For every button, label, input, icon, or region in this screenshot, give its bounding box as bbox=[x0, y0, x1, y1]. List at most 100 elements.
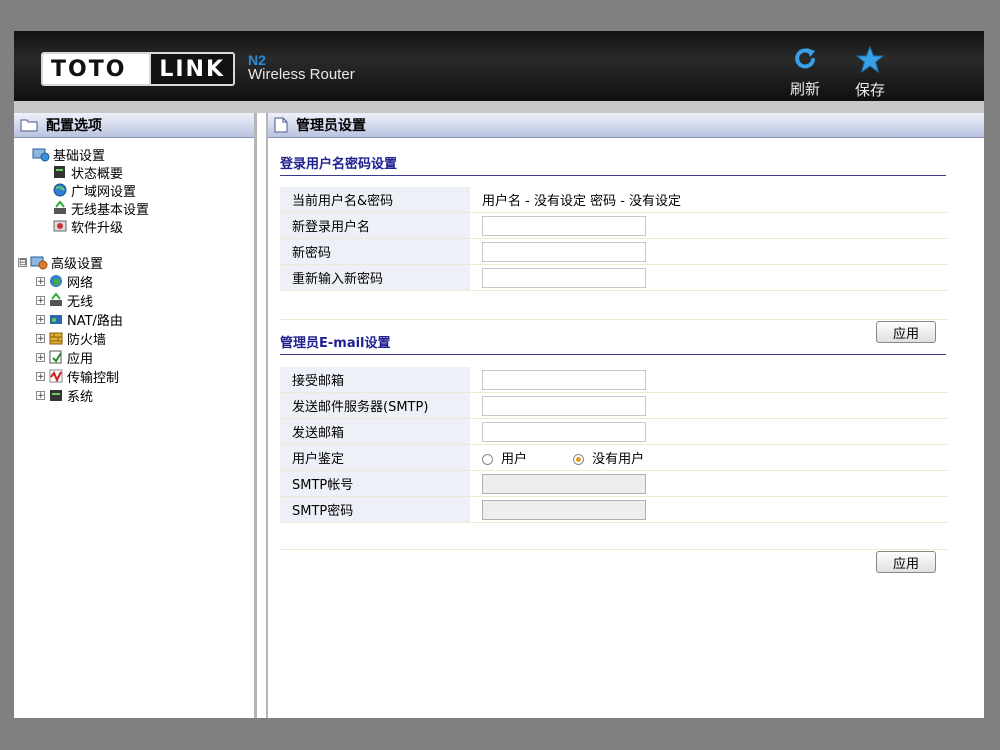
expand-icon[interactable]: + bbox=[36, 333, 45, 343]
logo-right-text: LINK bbox=[149, 54, 233, 84]
tree-item-application[interactable]: + 应用 bbox=[36, 348, 94, 367]
recv-email-label: 接受邮箱 bbox=[280, 367, 470, 393]
expand-icon[interactable]: + bbox=[36, 371, 45, 381]
current-credentials-label: 当前用户名&密码 bbox=[280, 187, 470, 213]
new-password-row: 新密码 bbox=[280, 238, 948, 265]
login-apply-bar bbox=[280, 291, 948, 320]
tree-item-label: 防火墙 bbox=[67, 332, 107, 348]
page-title: 管理员设置 bbox=[296, 118, 366, 134]
auth-row: 用户鉴定 用户 没有用户 bbox=[280, 444, 948, 471]
tree-item-label: 广域网设置 bbox=[71, 184, 137, 200]
refresh-button[interactable]: 刷新 bbox=[780, 46, 830, 99]
sender-email-label: 发送邮箱 bbox=[280, 418, 470, 445]
email-apply-button[interactable]: 应用 bbox=[876, 551, 936, 573]
auth-option-none[interactable]: 没有用户 bbox=[573, 452, 644, 467]
tree-item-nat-routing[interactable]: + NAT/路由 bbox=[36, 310, 123, 329]
current-credentials-row: 当前用户名&密码 用户名 - 没有设定 密码 - 没有设定 bbox=[280, 187, 948, 213]
save-label: 保存 bbox=[854, 81, 885, 99]
expand-icon[interactable]: + bbox=[36, 352, 45, 362]
radio-no-user[interactable] bbox=[573, 454, 585, 465]
router-admin-window: TOTO LINK N2 Wireless Router 刷新 保存 配置选项 bbox=[14, 31, 984, 718]
smtp-server-input[interactable] bbox=[482, 395, 646, 416]
auth-option-user-label: 用户 bbox=[501, 452, 528, 467]
smtp-account-input[interactable] bbox=[482, 473, 646, 494]
recv-email-input[interactable] bbox=[482, 369, 646, 390]
system-icon bbox=[50, 390, 62, 401]
email-section-title: 管理员E-mail设置 bbox=[280, 332, 946, 355]
product-name: Wireless Router bbox=[248, 66, 355, 83]
new-username-row: 新登录用户名 bbox=[280, 212, 948, 239]
smtp-server-label: 发送邮件服务器(SMTP) bbox=[280, 392, 470, 419]
status-icon bbox=[54, 166, 65, 178]
expand-icon[interactable]: + bbox=[36, 295, 45, 305]
smtp-password-input[interactable] bbox=[482, 499, 646, 520]
tree-item-label: 网络 bbox=[67, 275, 94, 291]
auth-option-user[interactable]: 用户 bbox=[482, 452, 531, 467]
new-username-label: 新登录用户名 bbox=[280, 212, 470, 239]
collapse-icon[interactable]: ⊟ bbox=[18, 257, 27, 267]
new-password-input[interactable] bbox=[482, 241, 646, 262]
save-button[interactable]: 保存 bbox=[845, 45, 895, 100]
email-form: 接受邮箱 发送邮件服务器(SMTP) 发送邮箱 用户鉴定 用户 没有用户 SMT… bbox=[280, 367, 948, 523]
globe-icon bbox=[53, 183, 67, 197]
tree-item-status[interactable]: 状态概要 bbox=[52, 163, 124, 182]
new-username-input[interactable] bbox=[482, 215, 646, 236]
page-icon bbox=[274, 117, 288, 133]
sidebar-title: 配置选项 bbox=[46, 118, 102, 134]
header-divider bbox=[14, 101, 984, 113]
confirm-password-row: 重新输入新密码 bbox=[280, 264, 948, 291]
expand-icon[interactable]: + bbox=[36, 314, 45, 324]
confirm-password-input[interactable] bbox=[482, 267, 646, 288]
confirm-password-label: 重新输入新密码 bbox=[280, 264, 470, 291]
tree-item-traffic-control[interactable]: + 传输控制 bbox=[36, 367, 120, 386]
sidebar: 配置选项 基础设置 状态概要 广域网设置 无线基本设置 软件升级 ⊟ 高级设置 … bbox=[14, 113, 257, 718]
content-header: 管理员设置 bbox=[268, 113, 984, 138]
smtp-password-row: SMTP密码 bbox=[280, 496, 948, 523]
header-bar: TOTO LINK N2 Wireless Router 刷新 保存 bbox=[14, 31, 984, 101]
tree-item-network[interactable]: + 网络 bbox=[36, 272, 94, 291]
router-icon bbox=[50, 315, 62, 324]
tree-item-label: 无线 bbox=[67, 294, 94, 310]
current-credentials-value: 用户名 - 没有设定 密码 - 没有设定 bbox=[470, 187, 948, 213]
tree-basic-label: 基础设置 bbox=[53, 148, 106, 164]
application-icon bbox=[49, 350, 62, 364]
star-icon bbox=[855, 45, 885, 74]
totolink-logo: TOTO LINK bbox=[41, 52, 235, 86]
sender-email-input[interactable] bbox=[482, 421, 646, 442]
expand-icon[interactable]: + bbox=[36, 390, 45, 400]
smtp-account-row: SMTP帐号 bbox=[280, 470, 948, 497]
auth-label: 用户鉴定 bbox=[280, 444, 470, 471]
tree-item-wireless-basic[interactable]: 无线基本设置 bbox=[52, 199, 150, 218]
tree-item-wireless[interactable]: + 无线 bbox=[36, 291, 94, 310]
sender-email-row: 发送邮箱 bbox=[280, 418, 948, 445]
tree-item-label: 状态概要 bbox=[71, 166, 124, 182]
upgrade-icon bbox=[53, 220, 67, 232]
tree-item-label: 传输控制 bbox=[67, 370, 120, 386]
tree-item-system[interactable]: + 系统 bbox=[36, 386, 93, 405]
refresh-icon bbox=[795, 48, 815, 69]
tree-item-label: 软件升级 bbox=[71, 220, 124, 236]
tree-item-label: NAT/路由 bbox=[67, 313, 123, 329]
smtp-account-label: SMTP帐号 bbox=[280, 470, 470, 497]
login-section-title: 登录用户名密码设置 bbox=[280, 153, 946, 176]
tree-item-label: 应用 bbox=[67, 351, 94, 367]
login-form: 当前用户名&密码 用户名 - 没有设定 密码 - 没有设定 新登录用户名 新密码… bbox=[280, 187, 948, 291]
tree-advanced-settings[interactable]: ⊟ 高级设置 bbox=[18, 253, 104, 272]
tree-item-wan[interactable]: 广域网设置 bbox=[52, 181, 137, 200]
folder-icon bbox=[20, 119, 38, 132]
traffic-icon bbox=[49, 369, 63, 383]
tools-icon bbox=[30, 256, 48, 270]
main-content: 管理员设置 登录用户名密码设置 当前用户名&密码 用户名 - 没有设定 密码 -… bbox=[266, 113, 984, 718]
radio-user[interactable] bbox=[482, 454, 493, 465]
wireless-icon bbox=[54, 200, 66, 214]
tree-item-label: 无线基本设置 bbox=[71, 202, 150, 218]
tree-item-firewall[interactable]: + 防火墙 bbox=[36, 329, 107, 348]
tree-advanced-label: 高级设置 bbox=[51, 256, 104, 272]
tree-basic-settings[interactable]: 基础设置 bbox=[32, 145, 106, 164]
wireless-icon bbox=[50, 292, 62, 306]
network-icon bbox=[50, 275, 62, 287]
tree-item-firmware[interactable]: 软件升级 bbox=[52, 217, 124, 236]
expand-icon[interactable]: + bbox=[36, 276, 45, 286]
refresh-label: 刷新 bbox=[789, 80, 820, 98]
email-apply-bar bbox=[280, 521, 948, 550]
